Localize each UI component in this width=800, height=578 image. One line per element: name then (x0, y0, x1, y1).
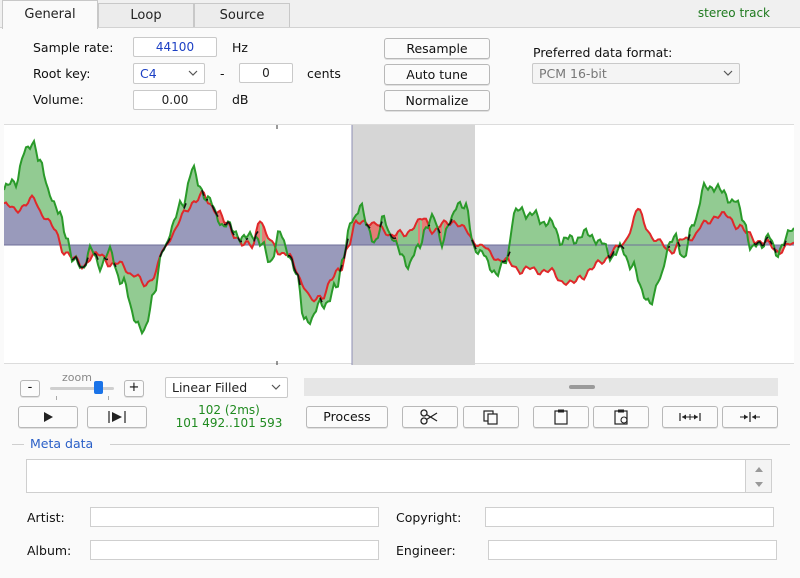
album-label: Album: (27, 543, 72, 558)
tab-loop[interactable]: Loop (98, 3, 194, 28)
zoom-tick (56, 396, 57, 400)
chevron-down-icon (271, 384, 281, 390)
volume-label: Volume: (33, 92, 84, 107)
process-button[interactable]: Process (306, 406, 388, 428)
shrink-icon (740, 412, 760, 422)
draw-mode-select[interactable]: Linear Filled (165, 377, 288, 398)
zoom-label: zoom (62, 371, 92, 384)
waveform-view[interactable] (4, 124, 794, 365)
chevron-down-icon (723, 70, 733, 76)
expand-icon (679, 413, 701, 421)
tab-general[interactable]: General (2, 0, 98, 29)
paste-button[interactable] (533, 406, 589, 428)
sample-rate-unit: Hz (232, 40, 248, 55)
scrollbar-thumb[interactable] (569, 385, 595, 389)
auto-tune-button[interactable]: Auto tune (384, 64, 490, 85)
data-format-value: PCM 16-bit (539, 66, 607, 81)
artist-input[interactable] (90, 507, 379, 527)
root-key-dash: - (220, 66, 225, 81)
volume-field[interactable]: 0.00 (133, 90, 217, 110)
paste-mix-button[interactable] (593, 406, 649, 428)
zoom-tick (108, 396, 109, 400)
track-type-label: stereo track (697, 6, 770, 20)
meta-divider (12, 444, 24, 445)
zoom-out-button[interactable]: - (20, 380, 40, 397)
copyright-label: Copyright: (396, 510, 462, 525)
engineer-label: Engineer: (396, 543, 456, 558)
artist-label: Artist: (27, 510, 65, 525)
root-key-select[interactable]: C4 (133, 63, 205, 84)
data-format-select[interactable]: PCM 16-bit (532, 63, 740, 84)
cents-field[interactable]: 0 (239, 63, 293, 83)
paste-mix-icon (614, 409, 628, 425)
chevron-down-icon (188, 70, 198, 76)
shrink-button[interactable] (722, 406, 778, 428)
comments-scrollbar[interactable] (746, 459, 772, 493)
tab-bar: General Loop Source (0, 0, 800, 29)
play-selection-icon (108, 411, 126, 423)
selection-range: 101 492..101 593 (175, 416, 283, 430)
normalize-button[interactable]: Normalize (384, 90, 490, 111)
play-icon (44, 412, 53, 422)
paste-icon (554, 409, 568, 425)
copy-button[interactable] (463, 406, 519, 428)
zoom-slider[interactable] (50, 381, 114, 394)
scissors-icon (420, 409, 438, 425)
play-button[interactable] (18, 406, 78, 428)
album-input[interactable] (90, 540, 379, 560)
resample-button[interactable]: Resample (384, 38, 490, 59)
sample-rate-field[interactable]: 44100 (133, 37, 217, 57)
play-selection-button[interactable] (87, 406, 147, 428)
copy-icon (483, 410, 498, 425)
cents-unit: cents (307, 66, 341, 81)
sample-rate-label: Sample rate: (33, 40, 114, 55)
waveform-scrollbar[interactable] (304, 378, 778, 396)
cut-button[interactable] (402, 406, 458, 428)
root-key-label: Root key: (33, 66, 91, 81)
expand-button[interactable] (662, 406, 718, 428)
copyright-input[interactable] (485, 507, 774, 527)
root-key-value: C4 (140, 66, 157, 81)
draw-mode-value: Linear Filled (172, 380, 248, 395)
comments-textarea[interactable] (26, 459, 746, 493)
tab-source[interactable]: Source (194, 3, 290, 28)
meta-divider (110, 444, 790, 445)
engineer-input[interactable] (488, 540, 777, 560)
waveform-canvas[interactable] (4, 125, 794, 365)
zoom-slider-thumb[interactable] (94, 381, 103, 394)
scroll-arrows-icon (755, 467, 763, 487)
zoom-in-button[interactable]: + (124, 380, 144, 397)
data-format-label: Preferred data format: (533, 45, 673, 60)
meta-data-title: Meta data (28, 436, 96, 451)
volume-unit: dB (232, 92, 249, 107)
